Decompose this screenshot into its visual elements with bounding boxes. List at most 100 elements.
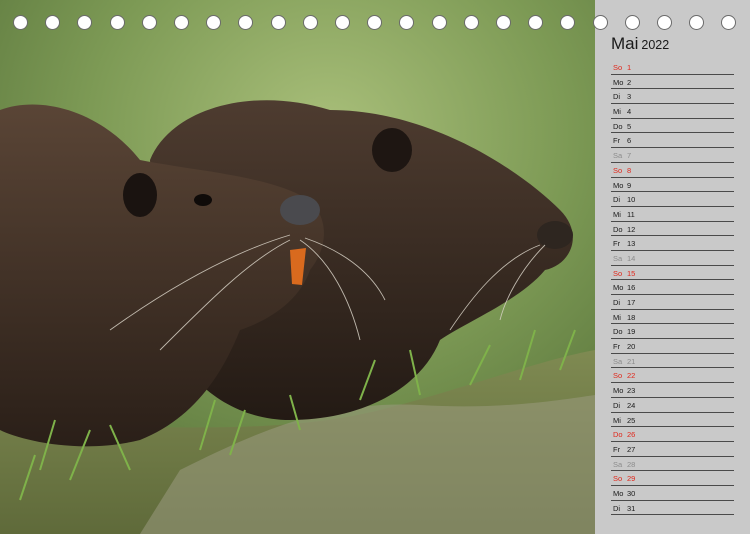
- day-row: Mi 4: [611, 104, 734, 119]
- binding-ring-icon: [431, 15, 447, 30]
- day-row: Fr 20: [611, 339, 734, 354]
- day-row: Mo 16: [611, 280, 734, 295]
- binding-ring-icon: [302, 15, 318, 30]
- day-number: 22: [627, 371, 636, 381]
- day-number: 23: [627, 386, 636, 396]
- day-row: Mo 30: [611, 486, 734, 501]
- day-row: So 15: [611, 266, 734, 281]
- day-weekday: Mi: [613, 209, 621, 219]
- day-number: 21: [627, 356, 636, 366]
- day-row: So 1: [611, 60, 734, 75]
- day-weekday: Mo: [613, 180, 624, 190]
- binding-ring-icon: [141, 15, 157, 30]
- day-row: Do 12: [611, 222, 734, 237]
- binding-ring-icon: [270, 15, 286, 30]
- day-list: So 1 Mo 2 Di 3 Mi 4 Do 5 Fr 6 Sa 7 So 8 Mo 9 Di 10 Mi 11 Do 12 F…: [611, 60, 734, 516]
- day-number: 24: [627, 400, 636, 410]
- binding-ring-icon: [657, 15, 672, 30]
- day-number: 16: [627, 283, 636, 293]
- day-row: Sa 14: [611, 251, 734, 266]
- day-number: 26: [627, 430, 636, 440]
- day-weekday: Mo: [613, 488, 624, 498]
- day-weekday: Do: [613, 121, 623, 131]
- day-row: Sa 7: [611, 148, 734, 163]
- day-number: 1: [627, 63, 632, 72]
- day-number: 28: [627, 459, 636, 469]
- day-row: So 22: [611, 368, 734, 384]
- day-row: Do 5: [611, 119, 734, 134]
- day-number: 27: [627, 444, 636, 454]
- day-row: Sa 28: [611, 457, 734, 472]
- day-row: Di 10: [611, 192, 734, 207]
- day-weekday: Fr: [613, 239, 621, 249]
- day-row: Mi 11: [611, 207, 734, 222]
- day-row: Mo 2: [611, 75, 734, 90]
- binding-ring-icon: [45, 15, 61, 30]
- binding-ring-icon: [592, 15, 608, 30]
- day-weekday: Fr: [613, 136, 621, 146]
- day-weekday: Di: [613, 503, 621, 513]
- day-number: 12: [627, 224, 636, 234]
- calendar-photo: [0, 0, 595, 534]
- day-weekday: Di: [613, 298, 621, 307]
- day-number: 31: [627, 503, 636, 513]
- day-weekday: Mi: [613, 107, 621, 117]
- day-row: Do 19: [611, 324, 734, 340]
- day-number: 15: [627, 268, 636, 278]
- binding-ring-icon: [399, 15, 415, 30]
- binding-ring-icon: [335, 15, 350, 30]
- day-weekday: So: [613, 474, 623, 484]
- day-weekday: Sa: [613, 253, 623, 263]
- day-row: Di 17: [611, 295, 734, 310]
- binding-ring-icon: [560, 15, 576, 30]
- day-number: 13: [627, 239, 636, 249]
- day-row: Fr 27: [611, 442, 734, 457]
- day-weekday: Fr: [613, 342, 621, 352]
- spiral-binding: [0, 0, 750, 40]
- binding-ring-icon: [77, 15, 93, 30]
- day-weekday: Sa: [613, 459, 623, 469]
- nutria-photo-illustration: [0, 0, 595, 534]
- binding-ring-icon: [721, 15, 737, 30]
- day-number: 18: [627, 312, 636, 322]
- day-number: 8: [627, 165, 632, 175]
- day-weekday: Sa: [613, 356, 623, 366]
- day-row: Fr 13: [611, 236, 734, 251]
- day-weekday: Mi: [613, 415, 621, 425]
- day-weekday: Di: [613, 92, 621, 102]
- binding-ring-icon: [528, 15, 544, 30]
- day-weekday: Mi: [613, 312, 621, 322]
- binding-ring-icon: [463, 15, 479, 30]
- day-number: 5: [627, 121, 632, 131]
- day-weekday: So: [613, 165, 623, 175]
- day-weekday: Mo: [613, 77, 624, 87]
- binding-ring-icon: [496, 15, 511, 30]
- day-weekday: Do: [613, 327, 623, 337]
- day-row: Do 26: [611, 427, 734, 442]
- day-row: Di 31: [611, 501, 734, 516]
- day-row: Mi 18: [611, 310, 734, 325]
- day-number: 20: [627, 342, 636, 352]
- day-weekday: So: [613, 268, 623, 278]
- day-number: 7: [627, 151, 632, 161]
- binding-ring-icon: [624, 15, 640, 30]
- day-row: Mo 9: [611, 178, 734, 193]
- day-weekday: Di: [613, 195, 621, 205]
- day-number: 2: [627, 77, 632, 87]
- day-weekday: Fr: [613, 444, 621, 454]
- binding-ring-icon: [238, 15, 254, 30]
- day-number: 29: [627, 474, 636, 484]
- binding-ring-icon: [109, 15, 125, 30]
- binding-ring-icon: [367, 15, 383, 30]
- day-weekday: Mo: [613, 386, 624, 396]
- binding-ring-icon: [13, 15, 28, 30]
- day-row: Di 24: [611, 398, 734, 413]
- day-row: Mo 23: [611, 383, 734, 398]
- binding-ring-icon: [174, 15, 189, 30]
- day-number: 14: [627, 253, 636, 263]
- day-weekday: Do: [613, 224, 623, 234]
- day-weekday: Sa: [613, 151, 623, 161]
- day-row: Mi 25: [611, 413, 734, 428]
- day-number: 11: [627, 209, 635, 219]
- day-number: 30: [627, 488, 636, 498]
